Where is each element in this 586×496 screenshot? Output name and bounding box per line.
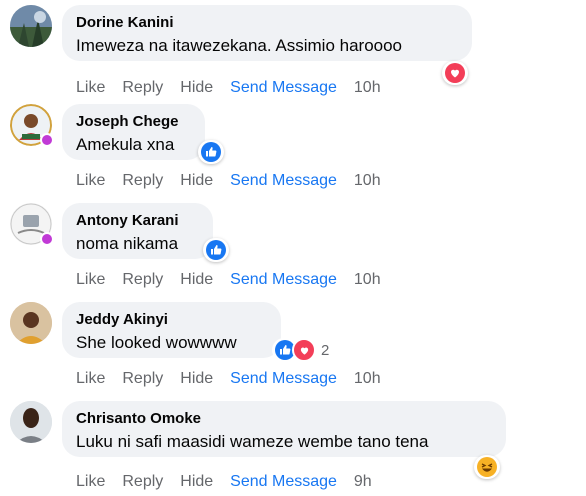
hide-button[interactable]: Hide	[180, 78, 213, 98]
comment-author[interactable]: Dorine Kanini	[76, 13, 458, 32]
like-button[interactable]: Like	[76, 270, 105, 290]
reaction-summary[interactable]	[198, 140, 224, 164]
send-message-button[interactable]: Send Message	[230, 472, 337, 492]
comment: Dorine Kanini Imeweza na itawezekana. As…	[0, 0, 586, 99]
comment-author[interactable]: Joseph Chege	[76, 112, 191, 131]
reaction-summary[interactable]	[474, 455, 500, 479]
hide-button[interactable]: Hide	[180, 270, 213, 290]
comment-author[interactable]: Antony Karani	[76, 211, 199, 230]
comment-author[interactable]: Jeddy Akinyi	[76, 310, 267, 329]
comment-timestamp[interactable]: 10h	[354, 270, 381, 290]
haha-reaction-icon	[477, 457, 497, 477]
comment-actions: Like Reply Hide Send Message 10h	[76, 270, 398, 290]
hide-button[interactable]: Hide	[180, 171, 213, 191]
reply-button[interactable]: Reply	[122, 171, 163, 191]
comment-text: Imeweza na itawezekana. Assimio haroooo	[76, 36, 403, 55]
send-message-button[interactable]: Send Message	[230, 78, 337, 98]
reply-button[interactable]: Reply	[122, 270, 163, 290]
comment-text: Luku ni safi maasidi wameze wembe tano t…	[76, 432, 429, 451]
reply-button[interactable]: Reply	[122, 78, 163, 98]
story-badge-icon	[40, 133, 54, 147]
comment-timestamp[interactable]: 10h	[354, 78, 381, 98]
comment-bubble: Antony Karani noma nikama	[62, 203, 213, 259]
comment-actions: Like Reply Hide Send Message 9h	[76, 472, 389, 492]
comment: Joseph Chege Amekula xna Like Reply Hide…	[0, 99, 586, 198]
reaction-count: 2	[321, 341, 330, 359]
comment-timestamp[interactable]: 10h	[354, 171, 381, 191]
comment-timestamp[interactable]: 10h	[354, 369, 381, 389]
reaction-summary[interactable]: 2	[272, 338, 336, 362]
send-message-button[interactable]: Send Message	[230, 171, 337, 191]
comment-timestamp[interactable]: 9h	[354, 472, 372, 492]
comment-bubble: Jeddy Akinyi She looked wowwww	[62, 302, 281, 358]
send-message-button[interactable]: Send Message	[230, 369, 337, 389]
like-button[interactable]: Like	[76, 78, 105, 98]
avatar[interactable]	[10, 401, 52, 443]
reaction-summary[interactable]	[442, 61, 468, 85]
comment: Chrisanto Omoke Luku ni safi maasidi wam…	[0, 396, 586, 495]
comment: Antony Karani noma nikama Like Reply Hid…	[0, 198, 586, 297]
avatar[interactable]	[10, 5, 52, 47]
comment-author[interactable]: Chrisanto Omoke	[76, 409, 492, 428]
like-reaction-icon	[206, 240, 226, 260]
reaction-summary[interactable]	[203, 238, 229, 262]
comment-actions: Like Reply Hide Send Message 10h	[76, 369, 398, 389]
send-message-button[interactable]: Send Message	[230, 270, 337, 290]
avatar[interactable]	[10, 302, 52, 344]
comment: Jeddy Akinyi She looked wowwww 2 Like Re…	[0, 297, 586, 396]
like-reaction-icon	[201, 142, 221, 162]
hide-button[interactable]: Hide	[180, 369, 213, 389]
hide-button[interactable]: Hide	[180, 472, 213, 492]
comment-bubble: Joseph Chege Amekula xna	[62, 104, 205, 160]
story-badge-icon	[40, 232, 54, 246]
comment-bubble: Dorine Kanini Imeweza na itawezekana. As…	[62, 5, 472, 61]
like-button[interactable]: Like	[76, 369, 105, 389]
comment-bubble: Chrisanto Omoke Luku ni safi maasidi wam…	[62, 401, 506, 457]
comment-actions: Like Reply Hide Send Message 10h	[76, 171, 398, 191]
reply-button[interactable]: Reply	[122, 472, 163, 492]
comment-actions: Like Reply Hide Send Message 10h	[76, 78, 398, 98]
like-button[interactable]: Like	[76, 171, 105, 191]
comment-text: Amekula xna	[76, 135, 175, 154]
like-button[interactable]: Like	[76, 472, 105, 492]
comment-text: noma nikama	[76, 234, 179, 253]
love-reaction-icon	[292, 338, 316, 362]
reply-button[interactable]: Reply	[122, 369, 163, 389]
love-reaction-icon	[445, 63, 465, 83]
comment-text: She looked wowwww	[76, 333, 237, 352]
